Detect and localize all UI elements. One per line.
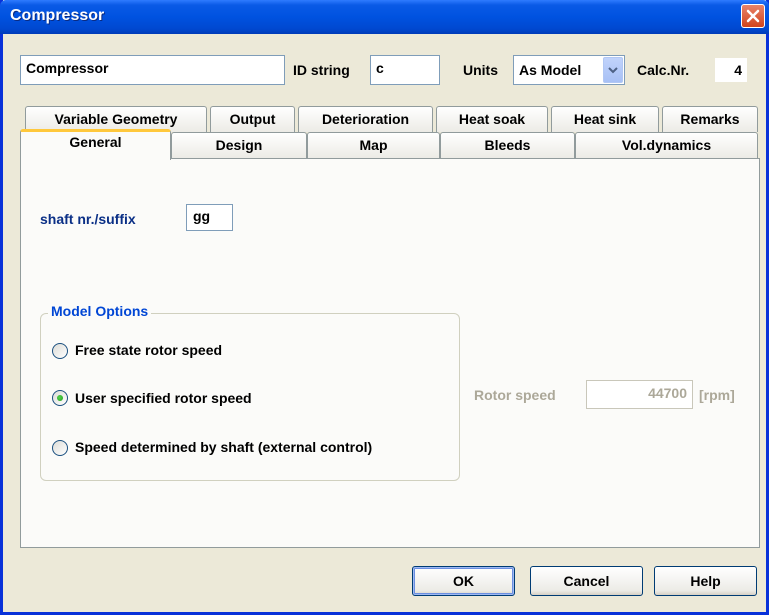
chevron-down-icon [608, 67, 618, 74]
cancel-button[interactable]: Cancel [530, 566, 643, 596]
shaft-suffix-input[interactable]: gg [186, 204, 233, 231]
tab-vol-dynamics[interactable]: Vol.dynamics [575, 132, 758, 158]
id-string-label: ID string [293, 62, 350, 78]
tab-heat-sink[interactable]: Heat sink [551, 106, 659, 132]
tab-remarks[interactable]: Remarks [662, 106, 758, 132]
close-icon [746, 9, 760, 23]
rotor-speed-label: Rotor speed [474, 387, 556, 403]
units-dropdown-button[interactable] [603, 57, 623, 83]
tab-bleeds[interactable]: Bleeds [440, 132, 575, 158]
rotor-speed-unit: [rpm] [699, 387, 735, 403]
tab-heat-soak[interactable]: Heat soak [436, 106, 548, 132]
radio-free-state[interactable] [52, 343, 68, 359]
radio-free-state-label[interactable]: Free state rotor speed [75, 342, 222, 358]
units-select[interactable]: As Model [513, 55, 625, 85]
calc-nr-label: Calc.Nr. [637, 62, 690, 78]
units-label: Units [463, 62, 498, 78]
component-name-input[interactable]: Compressor [20, 55, 285, 85]
tab-output[interactable]: Output [210, 106, 295, 132]
units-selected-value: As Model [519, 62, 582, 78]
title-bar[interactable]: Compressor [0, 0, 769, 34]
tab-deterioration[interactable]: Deterioration [298, 106, 433, 132]
radio-shaft-controlled-label[interactable]: Speed determined by shaft (external cont… [75, 439, 372, 455]
radio-user-specified-label[interactable]: User specified rotor speed [75, 390, 252, 406]
compressor-dialog: Compressor Compressor ID string c Units … [0, 0, 769, 615]
close-button[interactable] [741, 4, 765, 28]
window-title: Compressor [10, 7, 105, 24]
radio-user-specified[interactable] [52, 390, 68, 406]
id-string-input[interactable]: c [370, 55, 440, 85]
radio-selected-dot [57, 395, 63, 401]
model-options-title: Model Options [48, 303, 152, 319]
tab-map[interactable]: Map [307, 132, 440, 158]
calc-nr-value: 4 [715, 58, 747, 82]
tab-general[interactable]: General [20, 129, 171, 160]
ok-button[interactable]: OK [412, 566, 515, 596]
tab-design[interactable]: Design [171, 132, 307, 158]
rotor-speed-input[interactable]: 44700 [586, 380, 693, 409]
radio-shaft-controlled[interactable] [52, 440, 68, 456]
help-button[interactable]: Help [654, 566, 757, 596]
shaft-label: shaft nr./suffix [40, 211, 136, 227]
